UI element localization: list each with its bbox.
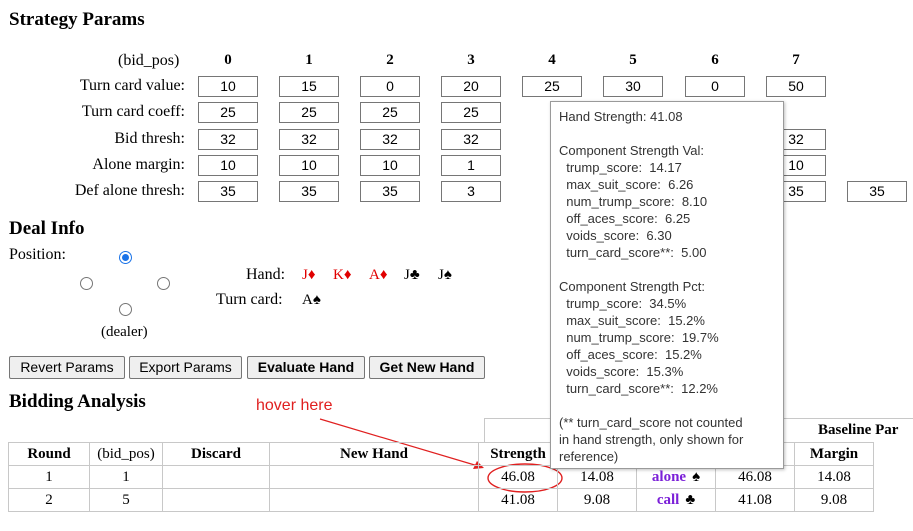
- header-baseline-margin: Margin: [794, 442, 874, 466]
- cell-baseline-strength: 41.08: [715, 488, 795, 512]
- cell-strength[interactable]: 46.08: [478, 465, 558, 489]
- header-new-hand: New Hand: [269, 442, 479, 466]
- tooltip-line: [559, 125, 775, 142]
- tooltip-line: off_aces_score: 6.25: [559, 211, 691, 226]
- tooltip-line: reference): [559, 449, 619, 464]
- tooltip-line: (** turn_card_score not counted: [559, 415, 743, 430]
- tooltip-line: Hand Strength: 41.08: [559, 109, 683, 124]
- bid-action: call: [656, 491, 680, 508]
- tooltip-line: turn_card_score**: 5.00: [559, 245, 707, 260]
- tooltip-line: trump_score: 34.5%: [559, 296, 687, 311]
- cell-bid-pos: 1: [89, 465, 163, 489]
- bid-suit-icon: ♠: [692, 468, 701, 485]
- tooltip-line: num_trump_score: 8.10: [559, 194, 708, 209]
- bidding-row: 2 5 41.08 9.08 call ♣ 41.08 9.08: [8, 488, 874, 512]
- tooltip-line: turn_card_score**: 12.2%: [559, 381, 718, 396]
- tooltip-line: trump_score: 14.17: [559, 160, 682, 175]
- cell-margin: 9.08: [557, 488, 637, 512]
- cell-discard: [162, 488, 270, 512]
- tooltip-line: Component Strength Pct:: [559, 279, 705, 294]
- cell-round: 1: [8, 465, 90, 489]
- tooltip-line: off_aces_score: 15.2%: [559, 347, 702, 362]
- tooltip-line: Component Strength Val:: [559, 143, 705, 158]
- header-bid-pos: (bid_pos): [89, 442, 163, 466]
- tooltip-line: in hand strength, only shown for: [559, 432, 744, 447]
- bid-suit-icon: ♣: [685, 491, 696, 508]
- cell-new-hand: [269, 488, 479, 512]
- tooltip-line: max_suit_score: 15.2%: [559, 313, 705, 328]
- hand-strength-tooltip: Hand Strength: 41.08 Component Strength V…: [550, 101, 784, 469]
- tooltip-line: [559, 397, 775, 414]
- tooltip-line: max_suit_score: 6.26: [559, 177, 694, 192]
- tooltip-line: voids_score: 15.3%: [559, 364, 684, 379]
- header-discard: Discard: [162, 442, 270, 466]
- cell-new-hand: [269, 465, 479, 489]
- cell-round: 2: [8, 488, 90, 512]
- cell-discard: [162, 465, 270, 489]
- baseline-par-header: Baseline Par: [818, 422, 899, 438]
- header-strength: Strength: [478, 442, 558, 466]
- cell-baseline-margin: 9.08: [794, 488, 874, 512]
- tooltip-line: num_trump_score: 19.7%: [559, 330, 719, 345]
- cell-baseline-margin: 14.08: [794, 465, 874, 489]
- bid-action: alone: [651, 468, 687, 485]
- cell-action: call ♣: [636, 488, 716, 512]
- cell-bid-pos: 5: [89, 488, 163, 512]
- cell-strength[interactable]: 41.08: [478, 488, 558, 512]
- tooltip-line: voids_score: 6.30: [559, 228, 672, 243]
- header-round: Round: [8, 442, 90, 466]
- tooltip-line: [559, 261, 775, 278]
